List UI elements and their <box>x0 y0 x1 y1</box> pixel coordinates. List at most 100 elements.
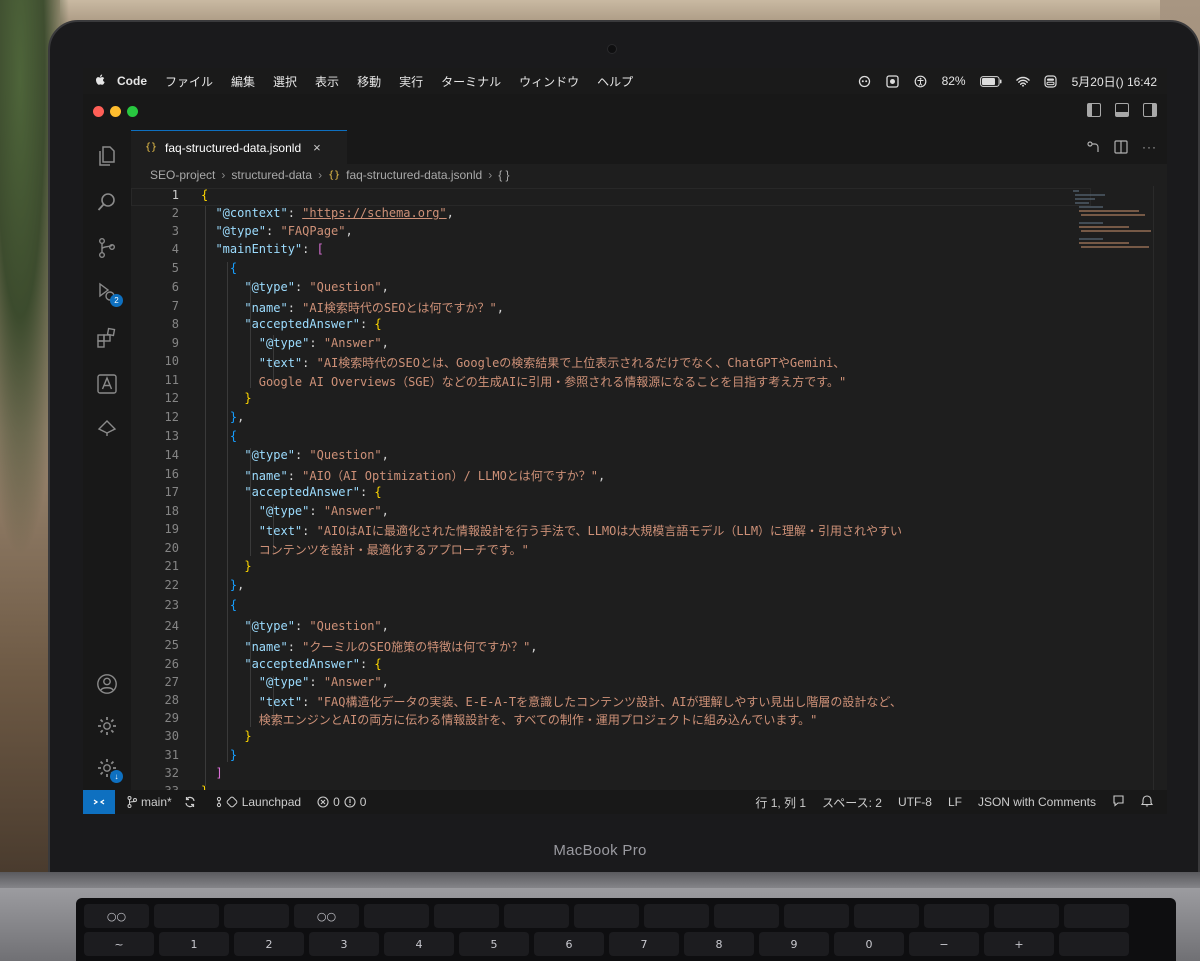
menubar-clock[interactable]: 5月20日() 16:42 <box>1072 73 1157 90</box>
search-icon[interactable] <box>95 190 119 214</box>
keyboard-key: 5 <box>459 932 529 956</box>
problems-indicator[interactable]: 0 0 <box>317 795 366 809</box>
launchpad-icon <box>216 796 238 808</box>
breadcrumb-folder[interactable]: structured-data <box>231 168 312 182</box>
git-branch-icon <box>127 796 137 808</box>
line-number: 2 <box>171 206 179 220</box>
keyboard-key <box>714 904 779 928</box>
keyboard-key: ○○ <box>294 904 359 928</box>
menu-selection[interactable]: 選択 <box>273 73 297 90</box>
code-line: }, <box>229 578 245 592</box>
menu-file[interactable]: ファイル <box>165 73 213 90</box>
explorer-icon[interactable] <box>95 144 119 168</box>
accessibility-icon[interactable] <box>914 75 928 87</box>
apple-menu-icon[interactable] <box>95 74 107 89</box>
menu-edit[interactable]: 編集 <box>231 73 255 90</box>
line-number: 12 <box>164 391 179 405</box>
code-line: "acceptedAnswer": { <box>244 485 382 499</box>
breadcrumb-symbol[interactable]: { } <box>498 168 509 182</box>
branch-indicator[interactable]: main* <box>127 795 172 809</box>
breadcrumb-project[interactable]: SEO-project <box>150 168 215 182</box>
keyboard-key: + <box>984 932 1054 956</box>
line-number: 1 <box>171 188 179 202</box>
menu-run[interactable]: 実行 <box>399 73 423 90</box>
code-line: "acceptedAnswer": { <box>244 317 382 331</box>
line-number: 6 <box>171 280 179 294</box>
toggle-panel-icon[interactable] <box>1115 103 1129 117</box>
notifications-bell-icon[interactable] <box>1140 794 1154 810</box>
encoding[interactable]: UTF-8 <box>898 795 932 809</box>
indentation[interactable]: スペース: 2 <box>822 794 882 811</box>
line-number: 24 <box>164 619 179 633</box>
breadcrumb-json-icon: {} <box>328 169 341 181</box>
keyboard-key: ○○ <box>84 904 149 928</box>
keyboard-key: 3 <box>309 932 379 956</box>
zoom-window-button[interactable] <box>127 106 138 117</box>
code-line: "@type": "Answer", <box>258 504 389 518</box>
tab-faq-structured-data[interactable]: {} faq-structured-data.jsonld × <box>131 130 347 164</box>
control-center-icon[interactable] <box>1044 74 1058 88</box>
line-number: 7 <box>171 299 179 313</box>
sync-icon[interactable] <box>184 796 196 808</box>
code-editor[interactable]: 1 2 3 4 5 6 7 8 9 10 11 12 12 13 14 16 17 18 19 20 21 22 23 24 2… <box>131 186 1167 790</box>
menu-terminal[interactable]: ターミナル <box>441 73 501 90</box>
keyboard-number-row: ~1 2 3 4 5 6 7 8 9 0− + <box>84 932 1168 956</box>
battery-icon[interactable] <box>979 75 1002 87</box>
remote-indicator-icon[interactable] <box>83 790 115 814</box>
close-window-button[interactable] <box>93 106 104 117</box>
split-editor-icon[interactable] <box>1114 140 1128 157</box>
menu-help[interactable]: ヘルプ <box>597 73 633 90</box>
minimap[interactable] <box>1071 186 1151 790</box>
keyboard-key: 0 <box>834 932 904 956</box>
keyboard-key <box>784 904 849 928</box>
vertical-scrollbar[interactable] <box>1153 186 1167 790</box>
keyboard-key <box>434 904 499 928</box>
title-bar <box>83 94 1167 130</box>
code-line: ] <box>215 766 223 780</box>
open-changes-icon[interactable] <box>1086 140 1100 157</box>
toggle-primary-sidebar-icon[interactable] <box>1087 103 1101 117</box>
line-number: 32 <box>164 766 179 780</box>
feedback-icon[interactable] <box>1112 794 1125 810</box>
more-actions-icon[interactable]: ··· <box>1142 140 1157 157</box>
line-number: 11 <box>164 373 179 387</box>
launchpad-item[interactable]: Launchpad <box>216 795 301 809</box>
extensions-icon[interactable] <box>95 326 119 350</box>
menu-window[interactable]: ウィンドウ <box>519 73 579 90</box>
keyboard-key: − <box>909 932 979 956</box>
breadcrumb-file[interactable]: faq-structured-data.jsonld <box>346 168 482 182</box>
keyboard-key <box>574 904 639 928</box>
cursor-position[interactable]: 行 1, 列 1 <box>755 794 806 811</box>
copilot-status-icon[interactable] <box>858 75 872 87</box>
code-line: "@type": "Question", <box>244 448 389 462</box>
code-line: "acceptedAnswer": { <box>244 657 382 671</box>
line-number: 26 <box>164 657 179 671</box>
source-control-icon[interactable] <box>95 236 119 260</box>
close-tab-icon[interactable]: × <box>313 140 321 155</box>
language-mode[interactable]: JSON with Comments <box>978 795 1096 809</box>
wifi-icon[interactable] <box>1015 75 1030 87</box>
remote-explorer-icon[interactable] <box>95 416 119 440</box>
menu-go[interactable]: 移動 <box>357 73 381 90</box>
manage-gear-icon[interactable]: ↓ <box>95 756 123 783</box>
keyboard-key <box>1059 932 1129 956</box>
line-number: 23 <box>164 598 179 612</box>
toggle-secondary-sidebar-icon[interactable] <box>1143 103 1157 117</box>
breadcrumb-chevron-icon: › <box>488 168 493 182</box>
menu-view[interactable]: 表示 <box>315 73 339 90</box>
screen-record-icon[interactable] <box>886 74 900 88</box>
screen: Code ファイル 編集 選択 表示 移動 実行 ターミナル ウィンドウ ヘルプ… <box>83 68 1167 814</box>
menu-app-name[interactable]: Code <box>117 74 147 88</box>
layout-controls <box>1087 103 1157 117</box>
debug-badge: 2 <box>110 294 123 307</box>
settings-gear-icon[interactable] <box>95 714 119 738</box>
code-line: "text": "FAQ構造化データの実装、E-E-A-Tを意識したコンテンツ設… <box>258 695 902 709</box>
line-number: 13 <box>164 429 179 443</box>
end-of-line[interactable]: LF <box>948 795 962 809</box>
warnings-count: 0 <box>359 795 367 809</box>
minimize-window-button[interactable] <box>110 106 121 117</box>
menubar-status-area: 82% 5月20日() 16:42 <box>858 68 1157 94</box>
text-font-icon[interactable] <box>95 372 119 396</box>
accounts-icon[interactable] <box>95 672 119 696</box>
run-debug-icon[interactable]: 2 <box>95 280 123 307</box>
